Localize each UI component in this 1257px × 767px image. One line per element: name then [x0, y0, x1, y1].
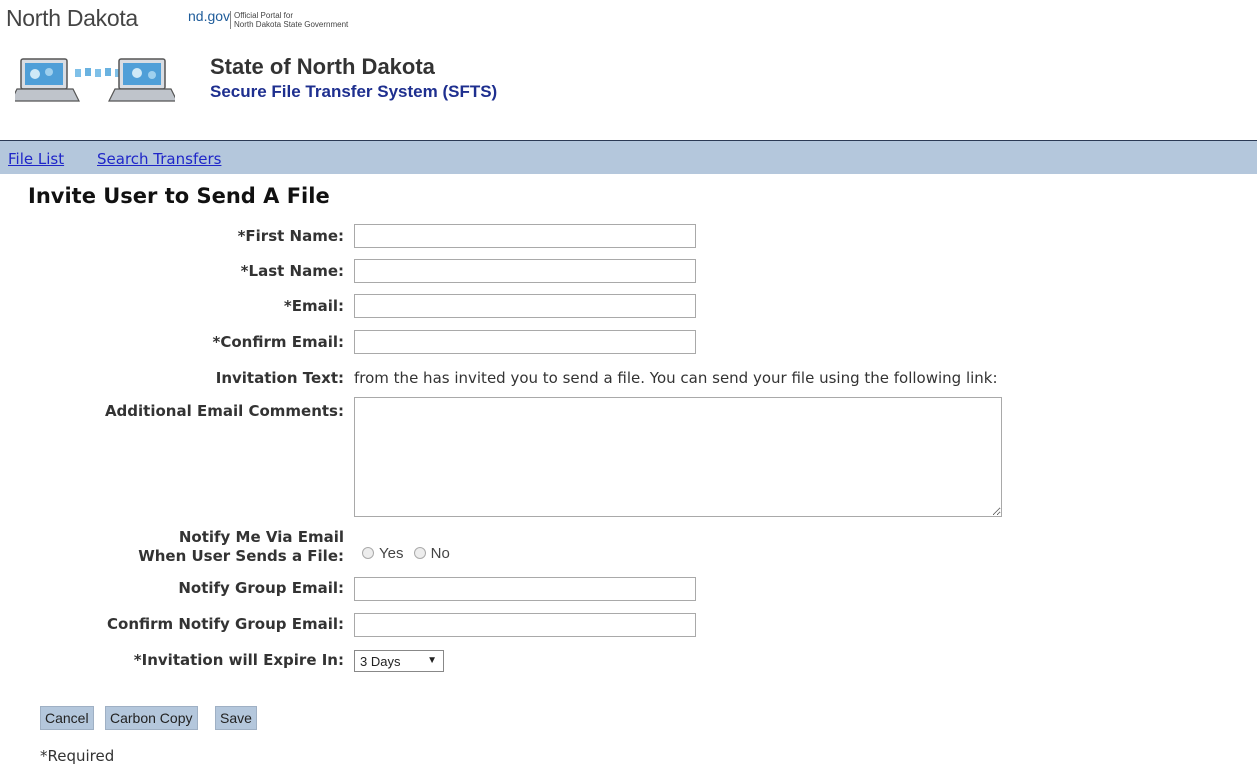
site-subtitle: Secure File Transfer System (SFTS) [210, 82, 498, 101]
page-title: Invite User to Send A File [28, 184, 330, 208]
last-name-label: *Last Name: [240, 262, 344, 280]
nav-file-list-link[interactable]: File List [8, 150, 64, 168]
save-button[interactable]: Save [215, 706, 257, 730]
nav-bar: File List Search Transfers [0, 140, 1257, 174]
expire-label: *Invitation will Expire In: [133, 651, 344, 669]
notify-me-radio-group: Yes No [362, 545, 456, 562]
notify-group-email-field[interactable] [354, 577, 696, 601]
required-note: *Required [40, 747, 115, 765]
site-title: State of North Dakota [210, 54, 435, 79]
brand-state-name: North Dakota [6, 5, 138, 31]
last-name-field[interactable] [354, 259, 696, 283]
dropdown-caret-icon: ▼ [427, 655, 437, 666]
ndgov-logo[interactable]: nd.gov [188, 8, 230, 24]
expire-select[interactable]: 3 Days ▼ [354, 650, 444, 672]
additional-comments-label: Additional Email Comments: [104, 402, 344, 420]
invitation-text-value: from the has invited you to send a file.… [354, 369, 998, 387]
expire-selected-value: 3 Days [360, 654, 401, 669]
notify-yes-option[interactable]: Yes [362, 545, 408, 562]
email-field[interactable] [354, 294, 696, 318]
confirm-notify-group-email-field[interactable] [354, 613, 696, 637]
cancel-button[interactable]: Cancel [40, 706, 94, 730]
first-name-field[interactable] [354, 224, 696, 248]
confirm-notify-group-email-label: Confirm Notify Group Email: [107, 615, 344, 633]
additional-comments-textarea[interactable] [354, 397, 1002, 517]
confirm-email-field[interactable] [354, 330, 696, 354]
notify-group-email-label: Notify Group Email: [178, 579, 344, 597]
confirm-email-label: *Confirm Email: [212, 333, 344, 351]
sfts-laptops-logo [15, 58, 175, 102]
nav-search-transfers-link[interactable]: Search Transfers [97, 150, 221, 168]
invitation-text-label: Invitation Text: [215, 369, 344, 387]
notify-no-radio[interactable] [413, 547, 426, 559]
first-name-label: *First Name: [237, 227, 344, 245]
notify-no-option[interactable]: No [413, 545, 450, 562]
email-label: *Email: [283, 297, 344, 315]
notify-yes-radio[interactable] [362, 547, 374, 559]
notify-me-label: Notify Me Via Email When User Sends a Fi… [138, 528, 344, 565]
portal-tagline: Official Portal for North Dakota State G… [230, 11, 348, 29]
carbon-copy-button[interactable]: Carbon Copy [105, 706, 198, 730]
site-titles: State of North Dakota Secure File Transf… [210, 54, 497, 102]
